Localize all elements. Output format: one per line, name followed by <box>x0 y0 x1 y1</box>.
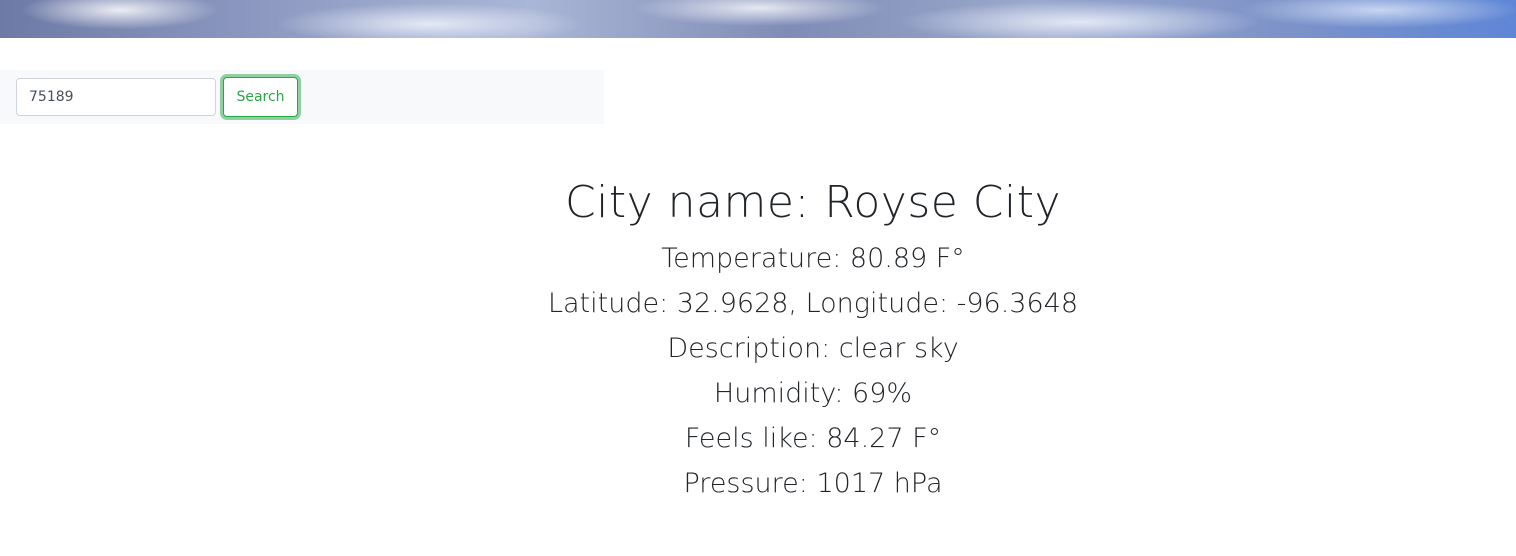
temperature-text: Temperature: 80.89 F° <box>661 243 965 274</box>
search-button[interactable]: Search <box>223 77 298 117</box>
weather-results: City name: Royse City Temperature: 80.89… <box>0 170 1516 506</box>
description-text: Description: clear sky <box>667 333 959 364</box>
zip-code-input[interactable] <box>16 78 216 116</box>
coordinates-text: Latitude: 32.9628, Longitude: -96.3648 <box>547 288 1079 319</box>
search-bar: Search <box>0 70 604 124</box>
humidity-text: Humidity: 69% <box>713 378 913 409</box>
city-name-heading: City name: Royse City <box>564 177 1062 228</box>
pressure-text: Pressure: 1017 hPa <box>683 468 943 499</box>
feels-like-text: Feels like: 84.27 F° <box>684 423 942 454</box>
sky-banner-image <box>0 0 1516 38</box>
